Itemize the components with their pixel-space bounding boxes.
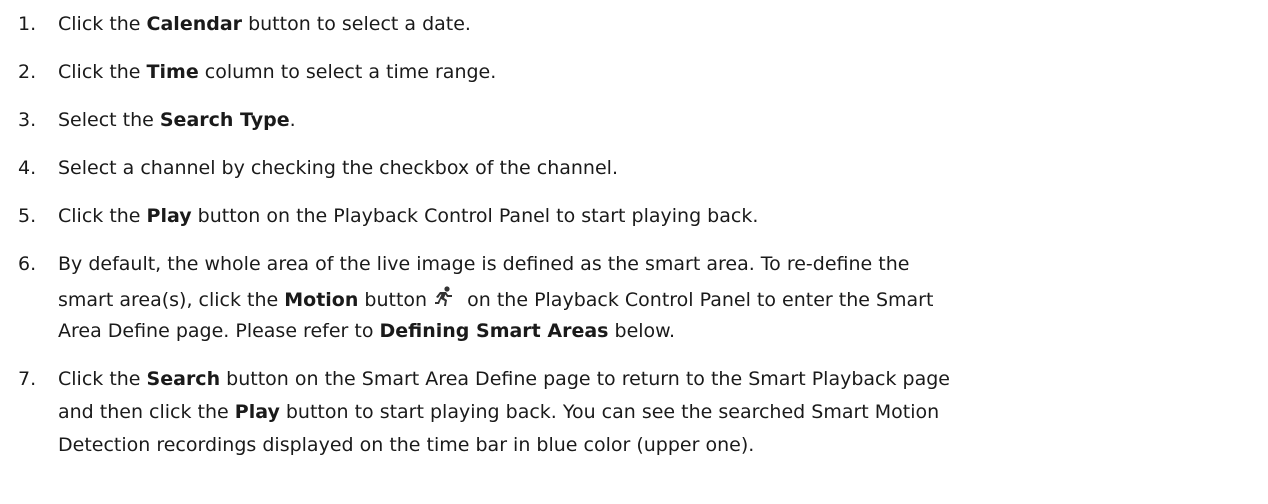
bold-term: Motion (284, 289, 359, 311)
step-text-part: Click the (58, 61, 147, 83)
bold-term: Time (146, 61, 199, 83)
step-number: 5. (18, 205, 37, 227)
bold-term: Search Type (159, 109, 290, 131)
step-text-part: column to select a time range. (198, 61, 497, 83)
step-number: 3. (18, 109, 37, 131)
step-text: Click the Play button on the Playback Co… (58, 205, 758, 227)
step-text-part: button on the Smart Area Define page to … (220, 368, 950, 390)
step-text-line: Area Define page. Please refer to Defini… (58, 320, 675, 342)
step-text-part: button on the Playback Control Panel to … (191, 205, 759, 227)
step-text-part: Click the (58, 205, 147, 227)
step-number: 6. (18, 253, 37, 275)
step-text-part: button (358, 289, 428, 311)
step-number: 2. (18, 61, 37, 83)
step-text: Select the Search Type. (58, 109, 296, 131)
step-text-part: Click the (58, 13, 147, 35)
step-text-line: Detection recordings displayed on the ti… (58, 434, 755, 456)
step-text-part: Select the (58, 109, 160, 131)
step-text-part: button to select a date. (242, 13, 471, 35)
step-text-line: smart area(s), click the Motion button o… (58, 286, 933, 311)
bold-term: Calendar (146, 13, 243, 35)
step-text-part: . (289, 109, 296, 131)
step-number: 7. (18, 368, 37, 390)
step-text-part: and then click the (58, 401, 235, 423)
step-text: Click the Time column to select a time r… (58, 61, 496, 83)
step-text: Select a channel by checking the checkbo… (58, 157, 618, 179)
step-number: 4. (18, 157, 37, 179)
step-text: Click the Calendar button to select a da… (58, 13, 471, 35)
step-text-line: By default, the whole area of the live i… (58, 253, 910, 275)
step-text-line: Click the Search button on the Smart Are… (58, 368, 950, 390)
bold-term: Search (146, 368, 221, 390)
step-number: 1. (18, 13, 37, 35)
bold-term: Play (234, 401, 280, 423)
instruction-list: 1. Click the Calendar button to select a… (0, 0, 1268, 504)
bold-term: Defining Smart Areas (379, 320, 609, 342)
running-person-icon (431, 286, 457, 308)
step-text-part: button to start playing back. You can se… (279, 401, 940, 423)
bold-term: Play (146, 205, 192, 227)
step-text-part: Area Define page. Please refer to (58, 320, 380, 342)
step-text-line: and then click the Play button to start … (58, 401, 939, 423)
step-text-part: on the Playback Control Panel to enter t… (461, 289, 934, 311)
step-text-part: below. (608, 320, 676, 342)
step-text-part: smart area(s), click the (58, 289, 285, 311)
step-text-part: Click the (58, 368, 147, 390)
